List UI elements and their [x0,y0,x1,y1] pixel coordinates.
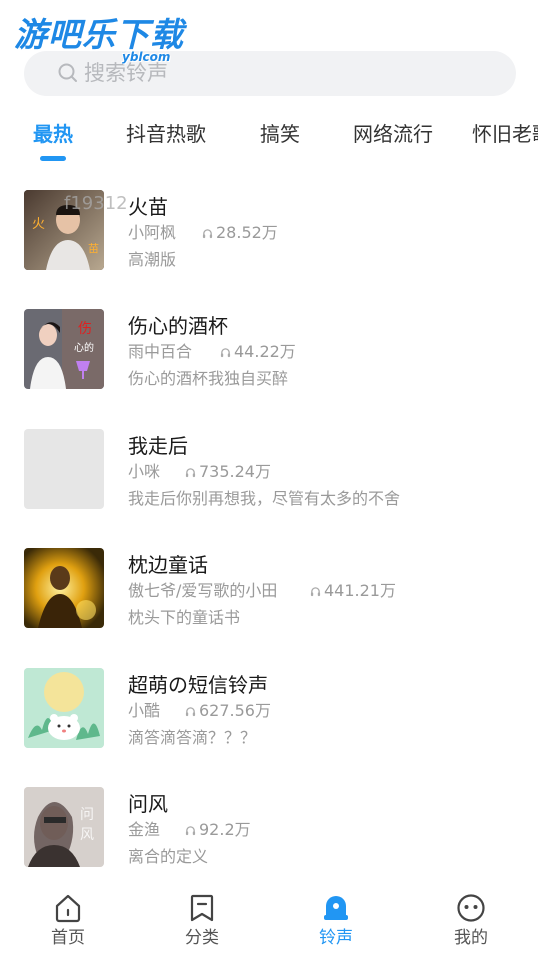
song-meta: 傲七爷/爱写歌的小田 441.21万 [128,580,396,602]
headphones-icon [202,228,213,238]
nav-ringtone-label: 铃声 [319,928,353,948]
headphones-icon [185,825,196,835]
play-count-value: 441.21万 [324,581,396,600]
song-meta: 小酷 627.56万 [128,700,271,722]
play-count-value: 28.52万 [216,223,278,242]
nav-ringtone[interactable]: 铃声 [296,892,376,949]
song-description: 我走后你别再想我，尽管有太多的不舍 [128,489,401,508]
tab-internet-pop[interactable]: 网络流行 [353,120,433,148]
song-title: 我走后 [128,434,188,458]
song-title: 枕边童话 [128,553,208,577]
nav-home-label: 首页 [51,928,85,948]
headphones-icon [185,706,196,716]
svg-text:火: 火 [32,217,45,232]
cover-image [24,668,104,748]
bottom-nav: 首页 分类 铃声 我的 [0,880,538,956]
headphones-icon [310,586,321,596]
cover-image: 伤 心的 [24,309,104,389]
song-title: 问风 [128,792,168,816]
cover-image [24,548,104,628]
artist-name: 小阿枫 [128,223,177,242]
play-count: 28.52万 [202,222,278,244]
bell-icon [324,896,348,920]
cover-overlay-text: f19312 [64,193,128,214]
song-title: 超萌の短信铃声 [128,673,268,697]
nav-home[interactable]: 首页 [28,892,108,949]
play-count-value: 44.22万 [234,342,296,361]
list-item[interactable]: 超萌の短信铃声 小酷 627.56万 滴答滴答滴？？？ [0,648,538,768]
cover-placeholder [24,429,104,509]
play-count-value: 735.24万 [199,462,271,481]
play-count: 441.21万 [310,580,396,602]
category-tabs: 最热 抖音热歌 搞笑 网络流行 怀旧老歌 [0,116,538,166]
nav-mine[interactable]: 我的 [431,892,511,949]
nav-category[interactable]: 分类 [162,892,242,949]
list-item[interactable]: 枕边童话 傲七爷/爱写歌的小田 441.21万 枕头下的童话书 [0,528,538,648]
play-count: 44.22万 [220,341,296,363]
active-tab-indicator [40,156,66,161]
tab-oldies[interactable]: 怀旧老歌 [472,120,538,148]
artist-name: 金渔 [128,820,161,839]
svg-text:苗: 苗 [88,242,99,255]
artist-name: 小酷 [128,701,161,720]
svg-text:伤: 伤 [78,321,92,337]
song-meta: 金渔 92.2万 [128,819,251,841]
play-count: 735.24万 [185,461,271,483]
song-description: 离合的定义 [128,847,209,866]
bookmark-icon [190,894,214,922]
song-description: 滴答滴答滴？？？ [128,728,257,747]
artist-name: 雨中百合 [128,342,193,361]
watermark-subtext: yblcom [122,50,171,64]
profile-face-icon [457,894,485,922]
cover-image: 问 风 [24,787,104,867]
song-description: 高潮版 [128,250,177,269]
list-item[interactable]: 我走后 小咪 735.24万 我走后你别再想我，尽管有太多的不舍 [0,409,538,529]
song-meta: 雨中百合 44.22万 [128,341,296,363]
play-count: 92.2万 [185,819,251,841]
svg-text:心的: 心的 [74,341,94,354]
nav-category-label: 分类 [185,928,219,948]
play-count: 627.56万 [185,700,271,722]
list-item[interactable]: 伤 心的 伤心的酒杯 雨中百合 44.22万 伤心的酒杯我独自买醉 [0,289,538,409]
list-item[interactable]: 火 苗 f19312 火苗 小阿枫 28.52万 高潮版 [0,170,538,290]
artist-name: 小咪 [128,462,161,481]
svg-text:风: 风 [80,827,94,843]
list-item[interactable]: 问 风 问风 金渔 92.2万 离合的定义 [0,767,538,887]
tab-hot[interactable]: 最热 [33,120,73,148]
song-description: 伤心的酒杯我独自买醉 [128,369,289,388]
song-title: 火苗 [128,195,168,219]
nav-mine-label: 我的 [454,928,488,948]
tab-douyin[interactable]: 抖音热歌 [126,120,206,148]
play-count-value: 92.2万 [199,820,251,839]
watermark-logo: 游吧乐下载 yblcom [14,15,184,65]
song-title: 伤心的酒杯 [128,314,228,338]
svg-text:问: 问 [80,807,94,823]
song-meta: 小阿枫 28.52万 [128,222,278,244]
search-icon [58,63,77,82]
headphones-icon [220,347,231,357]
song-meta: 小咪 735.24万 [128,461,271,483]
play-count-value: 627.56万 [199,701,271,720]
headphones-icon [185,467,196,477]
watermark-text: 游吧乐下载 [14,15,184,54]
song-description: 枕头下的童话书 [128,608,241,627]
tab-funny[interactable]: 搞笑 [260,120,300,148]
artist-name: 傲七爷/爱写歌的小田 [128,581,278,600]
home-icon [55,894,81,923]
